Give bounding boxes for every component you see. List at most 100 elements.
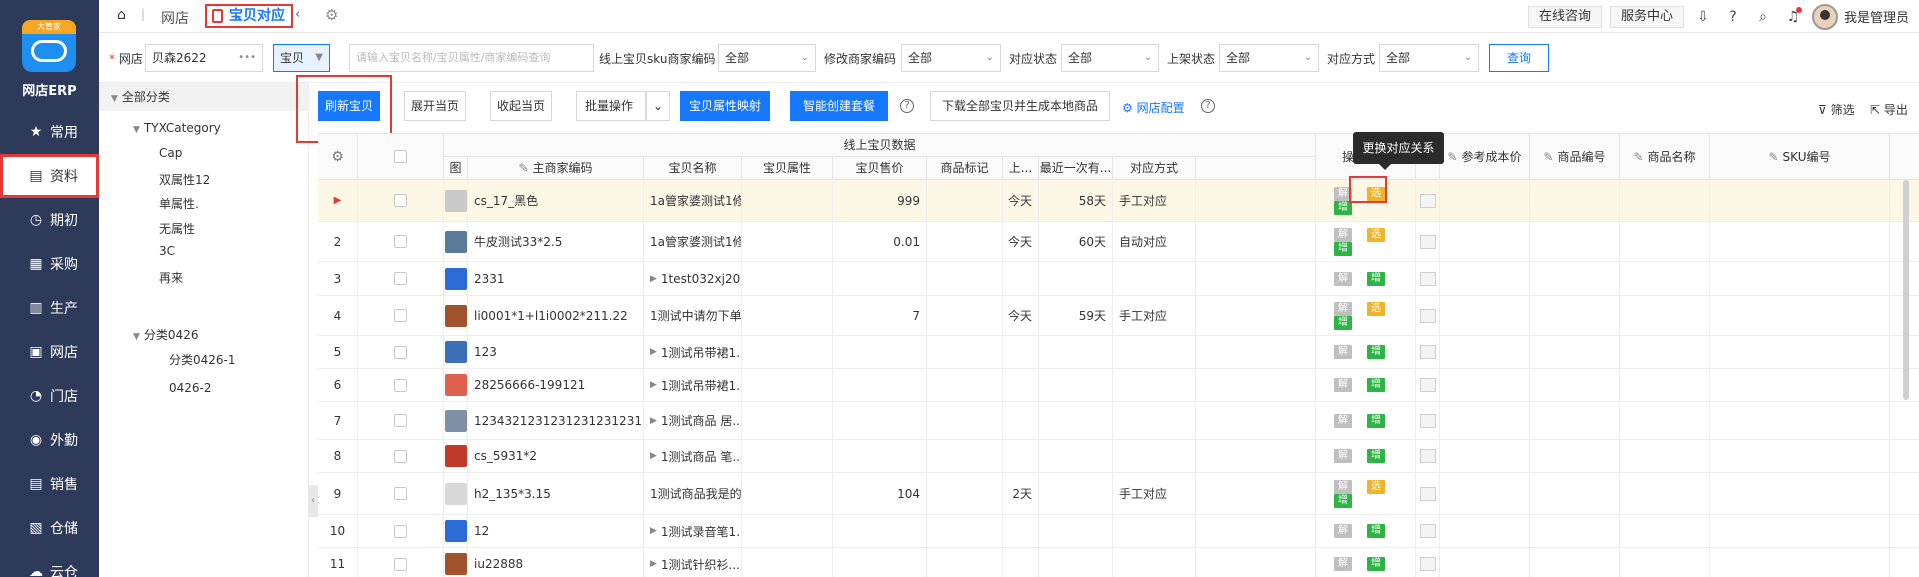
online-consult-button[interactable]: 在线咨询: [1527, 5, 1602, 28]
table-row[interactable]: 6 28256666-199121 ▶ 1测试吊带裙1... 解增: [318, 369, 1919, 402]
column-header-shelf[interactable]: 上...: [1003, 157, 1039, 180]
unbind-tag-button[interactable]: 解: [1334, 271, 1352, 286]
sidebar-item-2[interactable]: ◷ 期初: [0, 198, 99, 242]
column-header-price[interactable]: 宝贝售价: [833, 157, 927, 180]
table-row[interactable]: 2 牛皮测试33*2.5 1a管家婆测试1修... 0.01 今天 60天自动对应 解选增: [318, 222, 1919, 262]
sidebar-item-6[interactable]: ◔ 门店: [0, 374, 99, 418]
column-header-sku_more[interactable]: SKU: [1890, 134, 1919, 180]
column-header-method[interactable]: 对应方式: [1113, 157, 1196, 180]
sidebar-item-3[interactable]: ▦ 采购: [0, 242, 99, 286]
column-header-img[interactable]: 图: [444, 157, 468, 180]
app-logo[interactable]: 大管家: [22, 20, 76, 72]
row-checkbox[interactable]: [394, 378, 407, 392]
column-header-code[interactable]: ✎ 主商家编码: [468, 157, 644, 180]
vertical-scrollbar[interactable]: [1903, 180, 1909, 400]
unbind-tag-button[interactable]: 解: [1334, 524, 1352, 538]
add-tag-button[interactable]: 增: [1367, 449, 1385, 463]
gear-icon[interactable]: ⚙: [325, 6, 338, 24]
unbind-tag-button[interactable]: 解: [1334, 413, 1352, 428]
expand-row-icon[interactable]: ▶: [650, 380, 657, 390]
modify-code-select[interactable]: 全部 ⌄: [901, 44, 1001, 72]
tree-node-child[interactable]: 再来: [159, 269, 183, 286]
row-checkbox[interactable]: [394, 309, 407, 322]
tab-shop[interactable]: 网店: [161, 8, 189, 28]
unbind-tag-button[interactable]: 解: [1334, 378, 1352, 392]
table-row[interactable]: 9 h2_135*3.15 1测试商品我是的... 104 2天 手工对应 解选增: [318, 473, 1919, 515]
row-checkbox[interactable]: [394, 345, 407, 359]
match-method-select[interactable]: 全部 ⌄: [1379, 44, 1479, 72]
search-input[interactable]: 请输入宝贝名称/宝贝属性/商家编码查询: [349, 44, 594, 72]
bell-icon[interactable]: ♫: [1782, 6, 1804, 25]
add-tag-button[interactable]: 增: [1367, 524, 1385, 538]
item-thumbnail[interactable]: [444, 189, 467, 212]
table-row[interactable]: 8 cs_5931*2 ▶ 1测试商品 笔... 解增: [318, 440, 1919, 473]
sidebar-item-1[interactable]: ▤ 资料: [0, 154, 99, 198]
item-thumbnail[interactable]: [444, 445, 467, 467]
add-tag-button[interactable]: 增: [1367, 378, 1385, 392]
unbind-tag-button[interactable]: 解: [1334, 227, 1352, 242]
tree-collapse-handle[interactable]: ‹: [308, 485, 318, 517]
sidebar-item-5[interactable]: ▣ 网店: [0, 330, 99, 374]
expand-page-button[interactable]: 展开当页: [404, 91, 466, 121]
item-name-cell[interactable]: ▶ 1测试吊带裙1...: [644, 369, 742, 401]
select-tag-button[interactable]: 选: [1367, 227, 1385, 242]
add-tag-button[interactable]: 增: [1334, 493, 1352, 508]
expand-row-icon[interactable]: ▶: [650, 347, 657, 357]
tree-node-child[interactable]: 双属性12: [159, 171, 210, 188]
collapse-page-button[interactable]: 收起当页: [490, 91, 552, 121]
table-row[interactable]: 4 li0001*1+l1i0002*211.22 1测试中请勿下单 7 今天 59天 手工…: [318, 296, 1919, 336]
item-name-cell[interactable]: ▶ 1测试吊带裙1...: [644, 336, 742, 368]
row-checkbox[interactable]: [394, 557, 407, 571]
table-row[interactable]: ▶cs_17_黑色1a管家婆测试1修...999今天58天手工对应解选增: [318, 180, 1919, 222]
tree-node-group2[interactable]: ▼ 分类0426: [133, 326, 198, 343]
item-thumbnail[interactable]: [444, 520, 467, 542]
item-thumbnail[interactable]: [444, 267, 467, 290]
add-tag-button[interactable]: 增: [1367, 413, 1385, 428]
user-name[interactable]: 我是管理员: [1844, 7, 1909, 26]
item-thumbnail[interactable]: [444, 482, 467, 505]
unbind-tag-button[interactable]: 解: [1334, 301, 1352, 316]
download-all-button[interactable]: 下载全部宝贝并生成本地商品: [930, 91, 1110, 121]
tree-node-child[interactable]: 3C: [159, 244, 175, 258]
expand-row-icon[interactable]: ▶: [650, 274, 657, 284]
add-tag-button[interactable]: 增: [1334, 315, 1352, 330]
select-all-checkbox[interactable]: [394, 150, 407, 163]
sidebar-item-0[interactable]: ★ 常用: [0, 110, 99, 154]
column-settings-gear-icon[interactable]: ⚙: [318, 134, 358, 180]
item-name-cell[interactable]: ▶ 1测试商品 笔...: [644, 440, 742, 472]
service-center-button[interactable]: 服务中心: [1609, 5, 1684, 28]
item-thumbnail[interactable]: [444, 230, 467, 253]
attr-map-button[interactable]: 宝贝属性映射: [680, 91, 770, 121]
query-button[interactable]: 查询: [1489, 44, 1549, 72]
unbind-tag-button[interactable]: 解: [1334, 449, 1352, 463]
item-thumbnail[interactable]: [444, 304, 467, 327]
help-circle-icon[interactable]: ?: [900, 99, 914, 113]
sidebar-item-8[interactable]: ▤ 销售: [0, 462, 99, 506]
item-name-cell[interactable]: 1a管家婆测试1修...: [644, 222, 742, 261]
filter-button[interactable]: ⊽ 筛选: [1818, 101, 1855, 118]
avatar[interactable]: [1811, 3, 1838, 30]
tree-node-root[interactable]: ▼ 全部分类: [99, 83, 308, 111]
tree-node-group1[interactable]: ▼ TYXCategory: [133, 121, 221, 135]
chevron-left-icon[interactable]: ‹: [295, 7, 300, 22]
item-name-cell[interactable]: ▶ 1测试针织衫...: [644, 548, 742, 577]
table-row[interactable]: 7 12343212312312312312312... ▶ 1测试商品 居... 解增: [318, 402, 1919, 440]
shop-config-link[interactable]: ⚙ 网店配置: [1122, 99, 1185, 116]
table-row[interactable]: 5 123 ▶ 1测试吊带裙1... 解增: [318, 336, 1919, 369]
column-header-mark[interactable]: 商品标记: [927, 157, 1003, 180]
unbind-tag-button[interactable]: 解: [1334, 557, 1352, 571]
table-row[interactable]: 3 2331 ▶1test032xj202... 解增: [318, 262, 1919, 296]
sku-code-select[interactable]: 全部 ⌄: [718, 44, 816, 72]
column-header-goods_name[interactable]: ✎ 商品名称: [1620, 134, 1710, 180]
column-header-attr[interactable]: 宝贝属性: [742, 157, 833, 180]
sidebar-item-7[interactable]: ◉ 外勤: [0, 418, 99, 462]
row-checkbox[interactable]: [394, 524, 407, 538]
unbind-tag-button[interactable]: 解: [1334, 345, 1352, 359]
expand-row-icon[interactable]: ▶: [650, 559, 657, 569]
tab-item-match[interactable]: 宝贝对应: [205, 4, 293, 28]
item-name-cell[interactable]: ▶ 1测试录音笔1...: [644, 515, 742, 547]
home-icon[interactable]: ⌂: [117, 7, 126, 23]
table-row[interactable]: 11 iu22888 ▶ 1测试针织衫... 解增: [318, 548, 1919, 577]
select-tag-button[interactable]: 选: [1367, 479, 1385, 494]
add-tag-button[interactable]: 增: [1367, 557, 1385, 571]
